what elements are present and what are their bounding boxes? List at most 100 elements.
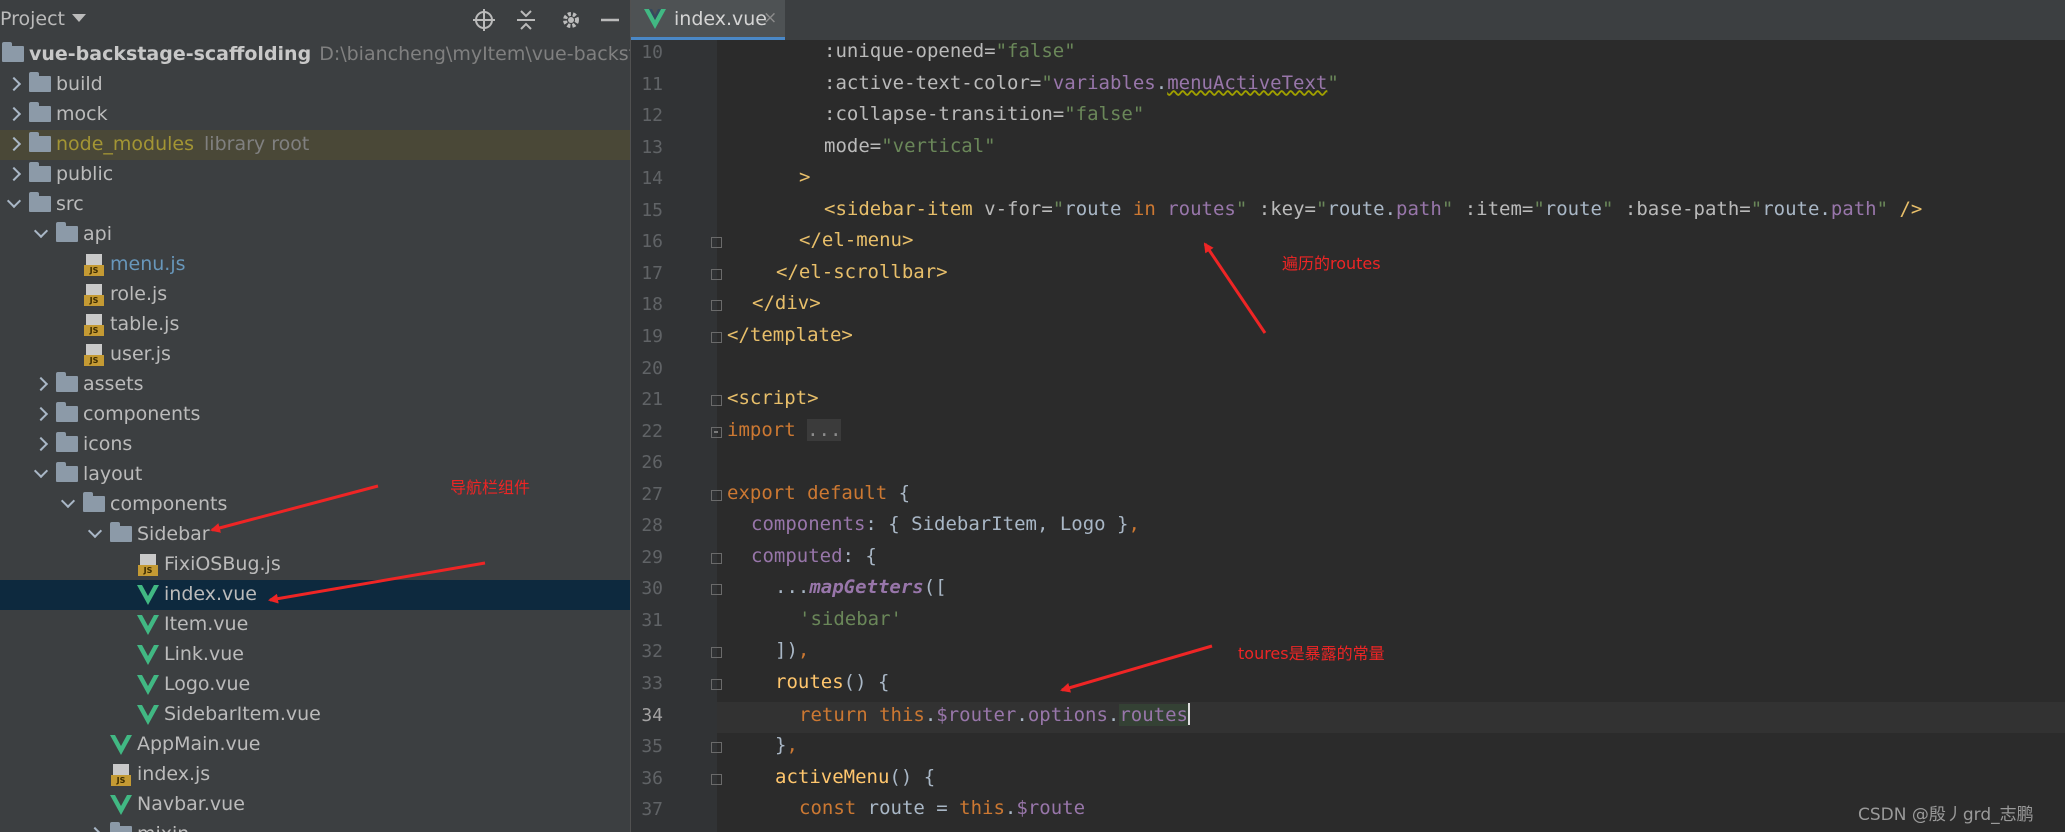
code-line: > [799, 166, 810, 188]
code-token: import [727, 418, 808, 441]
tree-row-sidebar[interactable]: Sidebar [0, 520, 630, 550]
fold-expand-icon[interactable] [711, 426, 722, 438]
code-token: { [898, 481, 911, 504]
chevron-down-icon[interactable] [33, 223, 49, 239]
tree-row-user-js[interactable]: JS user.js [0, 340, 630, 370]
fold-collapse-icon[interactable] [711, 331, 722, 343]
locate-icon[interactable] [472, 8, 496, 32]
vue-file-icon [110, 795, 132, 815]
code-token: return this [799, 703, 925, 726]
tree-row-item-vue[interactable]: Item.vue [0, 610, 630, 640]
fold-collapse-icon[interactable] [711, 552, 722, 564]
code-token: "vertical" [881, 134, 996, 157]
tree-row-icons[interactable]: icons [0, 430, 630, 460]
chevron-right-icon[interactable] [87, 826, 103, 832]
code-line: </template> [727, 324, 853, 346]
tree-row-menu-js[interactable]: JS menu.js [0, 250, 630, 280]
chevron-right-icon[interactable] [33, 376, 49, 392]
tree-row-navbar-vue[interactable]: Navbar.vue [0, 790, 630, 820]
code-token: route [1544, 197, 1602, 220]
tree-row-vue-backstage-scaffolding[interactable]: vue-backstage-scaffolding D:\biancheng\my… [0, 40, 630, 70]
code-token: , [1128, 513, 1140, 536]
fold-collapse-icon[interactable] [711, 268, 722, 280]
fold-collapse-icon[interactable] [711, 584, 722, 596]
code-token: computed [751, 544, 843, 567]
tree-row-public[interactable]: public [0, 160, 630, 190]
chevron-right-icon[interactable] [6, 76, 22, 92]
fold-collapse-icon[interactable] [711, 489, 722, 501]
line-number: 13 [641, 136, 663, 158]
tab-label: index.vue [674, 8, 767, 30]
folder-icon [56, 432, 78, 452]
folder-icon [29, 162, 51, 182]
tree-item-label: index.js [137, 763, 210, 785]
code-line: const route = this.$route [799, 797, 1085, 819]
code-token: " [1327, 71, 1339, 94]
project-view-selector[interactable]: Project [0, 8, 65, 30]
tree-row-index-vue[interactable]: index.vue [0, 580, 630, 610]
tree-row-fixiosbug-js[interactable]: JS FixiOSBug.js [0, 550, 630, 580]
tab-index-vue[interactable]: index.vue × [631, 0, 785, 40]
code-token: </div> [752, 292, 821, 315]
chevron-right-icon[interactable] [33, 436, 49, 452]
chevron-down-icon[interactable] [87, 523, 103, 539]
collapse-all-icon[interactable] [514, 8, 538, 32]
chevron-down-icon[interactable] [72, 14, 86, 22]
chevron-right-icon[interactable] [6, 166, 22, 182]
folder-icon [29, 102, 51, 122]
tree-item-label: role.js [110, 283, 167, 305]
settings-icon[interactable] [559, 8, 583, 32]
vue-file-icon [644, 9, 666, 29]
code-token: : { SidebarItem, Logo } [865, 513, 1129, 536]
fold-collapse-icon[interactable] [711, 300, 722, 312]
tree-item-name: Link.vue [164, 643, 244, 665]
tree-row-mock[interactable]: mock [0, 100, 630, 130]
code-line: activeMenu() { [775, 766, 935, 788]
tree-row-build[interactable]: build [0, 70, 630, 100]
vue-file-icon [137, 705, 159, 725]
fold-collapse-icon[interactable] [711, 679, 722, 690]
tree-row-index-js[interactable]: JS index.js [0, 760, 630, 790]
chevron-down-icon[interactable] [33, 463, 49, 479]
annotation-iterated-routes: 遍历的routes [1282, 254, 1381, 273]
tree-row-mixin[interactable]: mixin [0, 820, 630, 832]
fold-collapse-icon[interactable] [711, 395, 722, 407]
tree-row-node-modules[interactable]: node_modules library root [0, 130, 630, 160]
tree-row-appmain-vue[interactable]: AppMain.vue [0, 730, 630, 760]
fold-collapse-icon[interactable] [711, 742, 722, 754]
tree-item-name: SidebarItem.vue [164, 703, 321, 725]
tree-item-label: vue-backstage-scaffolding D:\biancheng\my… [29, 43, 630, 65]
tree-row-link-vue[interactable]: Link.vue [0, 640, 630, 670]
fold-collapse-icon[interactable] [711, 773, 722, 785]
tree-row-logo-vue[interactable]: Logo.vue [0, 670, 630, 700]
tree-item-name: table.js [110, 313, 180, 335]
tree-row-src[interactable]: src [0, 190, 630, 220]
chevron-right-icon[interactable] [33, 406, 49, 422]
minimize-icon[interactable] [598, 8, 622, 32]
code-token: in [1132, 197, 1168, 220]
code-token: menuActiveText [1167, 71, 1328, 94]
fold-collapse-icon[interactable] [711, 237, 722, 249]
tree-item-name: node_modules [56, 133, 195, 155]
line-number: 22 [641, 420, 663, 442]
tree-row-sidebaritem-vue[interactable]: SidebarItem.vue [0, 700, 630, 730]
close-icon[interactable]: × [763, 8, 777, 28]
tree-row-api[interactable]: api [0, 220, 630, 250]
tree-row-assets[interactable]: assets [0, 370, 630, 400]
project-panel: Project vue-backstage-scaffolding D:\bian… [0, 0, 630, 832]
tree-item-name: FixiOSBug.js [164, 553, 281, 575]
chevron-right-icon[interactable] [6, 136, 22, 152]
project-panel-header: Project [0, 0, 630, 40]
code-token: . [1004, 797, 1017, 820]
tree-row-table-js[interactable]: JS table.js [0, 310, 630, 340]
tree-row-layout[interactable]: layout [0, 460, 630, 490]
tree-row-components[interactable]: components [0, 400, 630, 430]
chevron-down-icon[interactable] [6, 193, 22, 209]
chevron-right-icon[interactable] [6, 106, 22, 122]
tree-row-role-js[interactable]: JS role.js [0, 280, 630, 310]
code-token: $route [1016, 797, 1086, 820]
chevron-down-icon[interactable] [60, 493, 76, 509]
line-number: 37 [641, 799, 663, 821]
fold-collapse-icon[interactable] [711, 647, 722, 659]
tree-row-components[interactable]: components [0, 490, 630, 520]
